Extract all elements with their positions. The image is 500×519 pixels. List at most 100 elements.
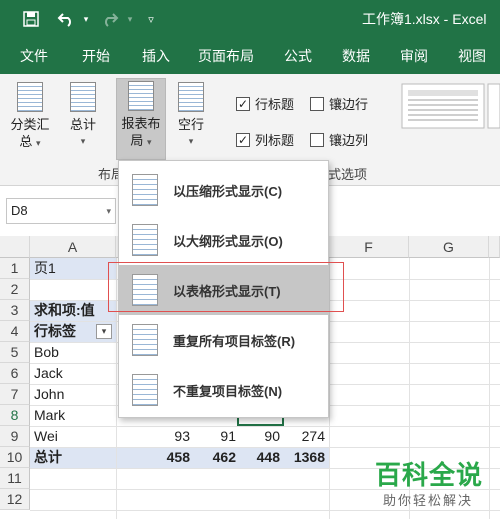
- menu-item-repeat-labels[interactable]: 重复所有项目标签(R): [119, 315, 328, 365]
- cell-e9[interactable]: 274: [284, 426, 325, 447]
- cell-a9[interactable]: Wei: [34, 426, 58, 447]
- tab-home[interactable]: 开始: [82, 38, 110, 74]
- menu-item-outline-form[interactable]: 以大纲形式显示(O): [119, 215, 328, 265]
- row-header-6[interactable]: 6: [0, 363, 30, 384]
- banded-rows-label: 镶边行: [329, 97, 369, 112]
- undo-icon[interactable]: [52, 0, 80, 38]
- row-header-10[interactable]: 10: [0, 447, 30, 468]
- cell-c10[interactable]: 462: [196, 447, 236, 468]
- cell-a3[interactable]: 求和项:值: [34, 300, 95, 321]
- blank-rows-label: 空行: [177, 117, 204, 132]
- menu-item-label: 重复所有项目标签(R): [173, 333, 296, 349]
- cell-a8[interactable]: Mark: [34, 405, 65, 426]
- row-headers-checkbox[interactable]: ✓ 行标题: [236, 94, 294, 113]
- column-headers-label: 列标题: [255, 133, 295, 148]
- banded-columns-checkbox[interactable]: 镶边列: [310, 130, 368, 149]
- cell-a1[interactable]: 页1: [34, 258, 56, 279]
- name-box-value: D8: [11, 203, 28, 218]
- row-header-7[interactable]: 7: [0, 384, 30, 405]
- tab-file[interactable]: 文件: [20, 38, 48, 74]
- name-box[interactable]: D8 ▾: [6, 198, 116, 224]
- report-layout-label-1: 报表布: [121, 116, 161, 131]
- chevron-down-icon[interactable]: ▾: [106, 199, 111, 223]
- row-header-8[interactable]: 8: [0, 405, 30, 426]
- subtotals-icon: [17, 82, 43, 112]
- grand-totals-button[interactable]: 总计 ▾: [60, 80, 106, 160]
- subtotals-label-2-text: 总: [19, 134, 33, 149]
- menu-item-compact-form[interactable]: 以压缩形式显示(C): [119, 165, 328, 215]
- tab-page-layout[interactable]: 页面布局: [198, 38, 254, 74]
- title-bar: ▾ ▾ ▿ 工作簿1.xlsx - Excel: [0, 0, 500, 38]
- filter-dropdown-icon[interactable]: ▾: [96, 324, 112, 339]
- watermark-title: 百科全说: [375, 460, 484, 490]
- cell-a5[interactable]: Bob: [34, 342, 59, 363]
- row-header-9[interactable]: 9: [0, 426, 30, 447]
- chevron-down-icon: ▾: [80, 136, 86, 146]
- grand-totals-label: 总计: [69, 117, 96, 132]
- cell-a7[interactable]: John: [34, 384, 64, 405]
- outline-form-icon: [132, 224, 158, 256]
- tab-review[interactable]: 审阅: [400, 38, 428, 74]
- banded-columns-label: 镶边列: [329, 133, 369, 148]
- row-header-12[interactable]: 12: [0, 489, 30, 510]
- row-header-3[interactable]: 3: [0, 300, 30, 321]
- customize-icon[interactable]: ▿: [140, 0, 162, 38]
- row-headers-label: 行标题: [255, 97, 295, 112]
- cell-d10[interactable]: 448: [240, 447, 280, 468]
- cell-e10[interactable]: 1368: [284, 447, 325, 468]
- row-header-4[interactable]: 4: [0, 321, 30, 342]
- row-header-5[interactable]: 5: [0, 342, 30, 363]
- cell-a4[interactable]: 行标签: [34, 321, 76, 342]
- blank-rows-icon: [178, 82, 204, 112]
- chevron-down-icon: ▾: [147, 137, 152, 147]
- row-header-2[interactable]: 2: [0, 279, 30, 300]
- no-repeat-labels-icon: [132, 374, 158, 406]
- tab-data[interactable]: 数据: [342, 38, 370, 74]
- tab-view[interactable]: 视图: [458, 38, 486, 74]
- select-all-corner[interactable]: [0, 236, 30, 258]
- row-header-1[interactable]: 1: [0, 258, 30, 279]
- unchecked-box-icon: [310, 96, 324, 111]
- column-header-g[interactable]: G: [409, 236, 489, 258]
- redo-dropdown-icon[interactable]: ▾: [124, 0, 136, 38]
- cell-a6[interactable]: Jack: [34, 363, 63, 384]
- repeat-labels-icon: [132, 324, 158, 356]
- report-layout-icon: [128, 81, 154, 111]
- checkmark-icon: ✓: [236, 96, 250, 111]
- menu-item-no-repeat-labels[interactable]: 不重复项目标签(N): [119, 365, 328, 415]
- cell-d9[interactable]: 90: [240, 426, 280, 447]
- cell-c9[interactable]: 91: [196, 426, 236, 447]
- unchecked-box-icon: [310, 132, 324, 147]
- window-title: 工作簿1.xlsx - Excel: [362, 11, 487, 27]
- save-icon[interactable]: [14, 0, 48, 38]
- tab-formulas[interactable]: 公式: [284, 38, 312, 74]
- checkmark-icon: ✓: [236, 132, 250, 147]
- ribbon-tabs: 文件 开始 插入 页面布局 公式 数据 审阅 视图: [0, 38, 500, 74]
- menu-item-label: 不重复项目标签(N): [173, 383, 283, 399]
- row-header-11[interactable]: 11: [0, 468, 30, 489]
- report-layout-button[interactable]: 报表布 局 ▾: [116, 78, 166, 160]
- watermark-subtitle: 助你轻松解决: [383, 493, 474, 508]
- cell-b9[interactable]: 93: [150, 426, 190, 447]
- pivot-style-gallery[interactable]: [400, 82, 500, 130]
- annotation-highlight-box: [108, 262, 344, 312]
- grand-totals-icon: [70, 82, 96, 112]
- subtotals-label-2: 总 ▾: [6, 133, 54, 152]
- cell-a10[interactable]: 总计: [34, 447, 62, 468]
- undo-dropdown-icon[interactable]: ▾: [80, 0, 92, 38]
- blank-rows-button[interactable]: 空行 ▾: [170, 80, 212, 160]
- column-headers-checkbox[interactable]: ✓ 列标题: [236, 130, 294, 149]
- banded-rows-checkbox[interactable]: 镶边行: [310, 94, 368, 113]
- column-header-a[interactable]: A: [30, 236, 116, 258]
- subtotals-button[interactable]: 分类汇 总 ▾: [6, 80, 54, 160]
- tab-insert[interactable]: 插入: [142, 38, 170, 74]
- menu-item-label: 以大纲形式显示(O): [173, 233, 283, 249]
- cell-b10[interactable]: 458: [150, 447, 190, 468]
- gridline: [489, 258, 490, 519]
- report-layout-label-2: 局 ▾: [117, 132, 165, 151]
- column-header-f[interactable]: F: [329, 236, 409, 258]
- redo-icon[interactable]: [96, 0, 124, 38]
- menu-item-label: 以压缩形式显示(C): [173, 183, 283, 199]
- gridline: [30, 510, 500, 511]
- column-header-next[interactable]: [489, 236, 500, 258]
